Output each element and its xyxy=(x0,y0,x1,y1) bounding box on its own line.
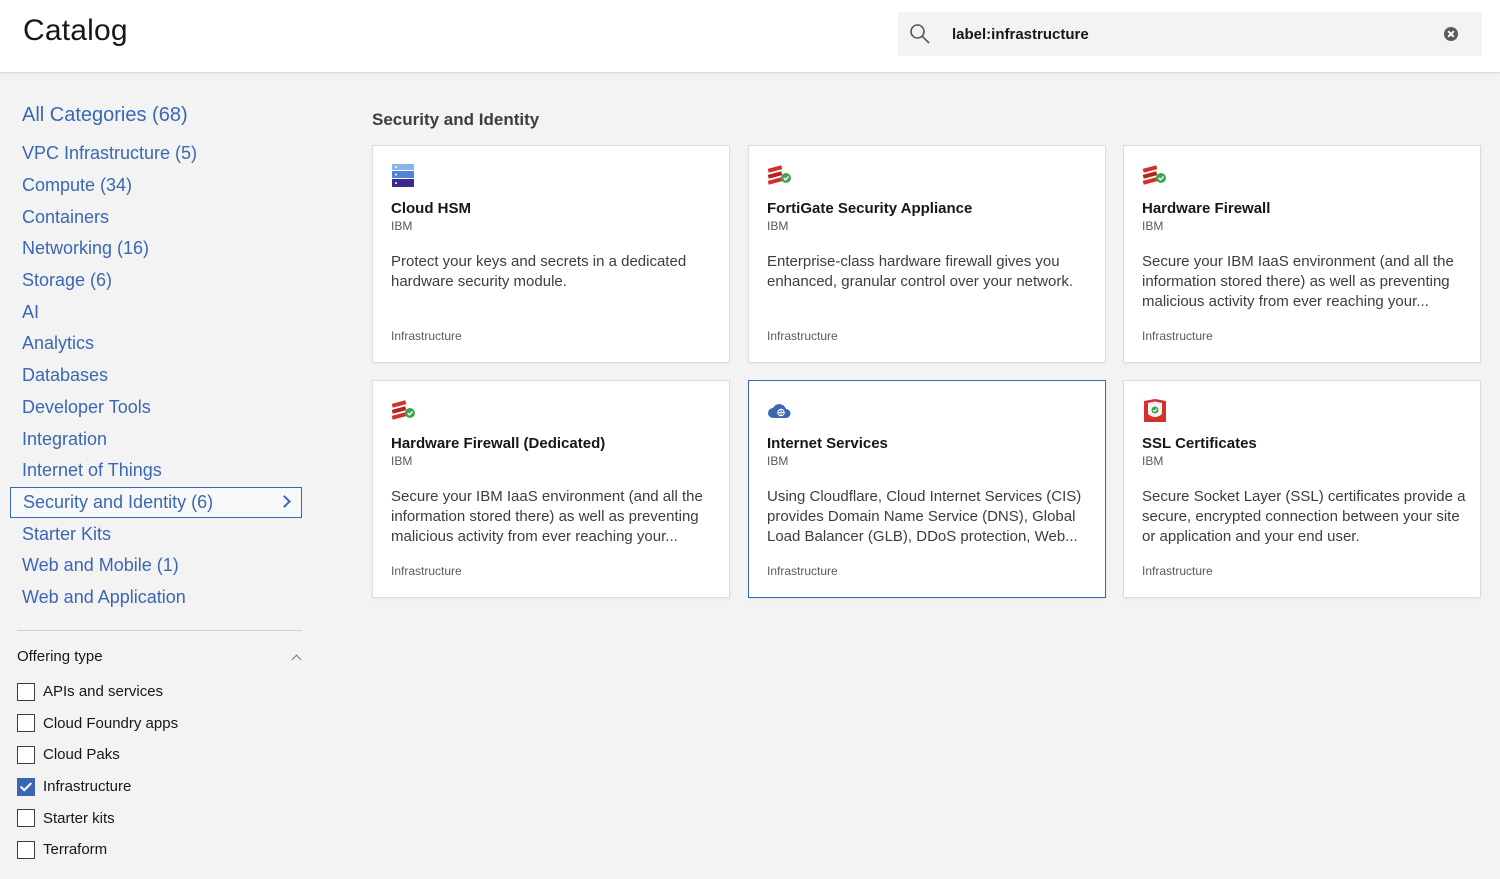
card-tag: Infrastructure xyxy=(767,329,838,343)
category-list: VPC Infrastructure (5) Compute (34) Cont… xyxy=(10,138,302,613)
catalog-card-ssl-certificates[interactable]: SSL Certificates IBM Secure Socket Layer… xyxy=(1123,380,1481,598)
clear-search-icon[interactable] xyxy=(1444,27,1458,41)
shield-icon xyxy=(1144,399,1166,422)
category-web-and-application[interactable]: Web and Application xyxy=(10,582,302,614)
category-web-and-mobile[interactable]: Web and Mobile (1) xyxy=(10,550,302,582)
checkbox[interactable] xyxy=(17,840,35,859)
card-description: Secure your IBM IaaS environment (and al… xyxy=(391,488,703,545)
chevron-up-icon[interactable] xyxy=(291,654,302,665)
catalog-card-fortigate[interactable]: FortiGate Security Appliance IBM Enterpr… xyxy=(748,145,1106,363)
checkbox[interactable] xyxy=(17,714,35,733)
firewall-icon xyxy=(767,165,791,185)
filter-label: Cloud Paks xyxy=(43,746,120,764)
card-title: Cloud HSM xyxy=(391,200,471,217)
card-vendor: IBM xyxy=(767,454,789,468)
category-networking[interactable]: Networking (16) xyxy=(10,233,302,265)
catalog-card-hardware-firewall-dedicated[interactable]: Hardware Firewall (Dedicated) IBM Secure… xyxy=(372,380,730,598)
card-tag: Infrastructure xyxy=(1142,564,1213,578)
category-starter-kits[interactable]: Starter Kits xyxy=(10,518,302,550)
firewall-icon xyxy=(391,400,415,420)
catalog-card-internet-services[interactable]: Internet Services IBM Using Cloudflare, … xyxy=(748,380,1106,598)
filter-apis-and-services[interactable]: APIs and services xyxy=(17,676,178,708)
card-tag: Infrastructure xyxy=(767,564,838,578)
chevron-right-icon xyxy=(278,494,291,508)
filter-cloud-foundry-apps[interactable]: Cloud Foundry apps xyxy=(17,708,178,740)
filter-cloud-paks[interactable]: Cloud Paks xyxy=(17,739,178,771)
card-description: Secure your IBM IaaS environment (and al… xyxy=(1142,253,1454,310)
checkbox[interactable] xyxy=(17,809,35,828)
cloud-icon xyxy=(768,404,791,418)
filter-label: Starter kits xyxy=(43,809,115,827)
search-bar xyxy=(898,12,1482,56)
card-title: Hardware Firewall (Dedicated) xyxy=(391,435,606,452)
category-compute[interactable]: Compute (34) xyxy=(10,170,302,202)
category-security-and-identity[interactable]: Security and Identity (6) xyxy=(10,486,302,519)
card-description: Secure Socket Layer (SSL) certificates p… xyxy=(1142,488,1466,545)
card-title: SSL Certificates xyxy=(1142,435,1257,452)
firewall-icon xyxy=(1142,165,1166,185)
section-title: Security and Identity xyxy=(372,110,540,129)
card-vendor: IBM xyxy=(391,219,413,233)
checkbox[interactable] xyxy=(17,682,35,701)
card-description: Protect your keys and secrets in a dedic… xyxy=(391,253,687,290)
catalog-card-hardware-firewall[interactable]: Hardware Firewall IBM Secure your IBM Ia… xyxy=(1123,145,1481,363)
filter-starter-kits[interactable]: Starter kits xyxy=(17,802,178,834)
card-vendor: IBM xyxy=(1142,454,1164,468)
sidebar: All Categories (68) VPC Infrastructure (… xyxy=(0,74,320,879)
category-ai[interactable]: AI xyxy=(10,296,302,328)
card-description: Enterprise-class hardware firewall gives… xyxy=(767,253,1074,290)
offering-type-heading[interactable]: Offering type xyxy=(17,648,103,665)
card-vendor: IBM xyxy=(767,219,789,233)
category-vpc-infrastructure[interactable]: VPC Infrastructure (5) xyxy=(10,138,302,170)
filter-label: Terraform xyxy=(43,841,108,859)
card-tag: Infrastructure xyxy=(391,564,462,578)
catalog-card-cloud-hsm[interactable]: Cloud HSM IBM Protect your keys and secr… xyxy=(372,145,730,363)
category-databases[interactable]: Databases xyxy=(10,360,302,392)
filter-terraform[interactable]: Terraform xyxy=(17,834,178,866)
filter-label: Cloud Foundry apps xyxy=(43,714,179,732)
header: Catalog xyxy=(0,0,1500,73)
hsm-icon xyxy=(392,164,414,187)
checkbox[interactable] xyxy=(17,745,35,764)
category-internet-of-things[interactable]: Internet of Things xyxy=(10,455,302,487)
offering-type-filters: APIs and services Cloud Foundry apps Clo… xyxy=(17,676,178,866)
category-label: Security and Identity (6) xyxy=(23,491,214,512)
card-title: Internet Services xyxy=(767,435,888,452)
card-title: Hardware Firewall xyxy=(1142,200,1271,217)
card-tag: Infrastructure xyxy=(1142,329,1213,343)
card-description: Using Cloudflare, Cloud Internet Service… xyxy=(767,488,1082,545)
search-input[interactable] xyxy=(952,12,1432,56)
category-storage[interactable]: Storage (6) xyxy=(10,265,302,297)
card-tag: Infrastructure xyxy=(391,329,462,343)
category-integration[interactable]: Integration xyxy=(10,423,302,455)
filter-label: Infrastructure xyxy=(43,778,132,796)
category-analytics[interactable]: Analytics xyxy=(10,328,302,360)
card-vendor: IBM xyxy=(1142,219,1164,233)
search-icon xyxy=(910,24,930,44)
card-title: FortiGate Security Appliance xyxy=(767,200,973,217)
checkbox-checked[interactable] xyxy=(17,777,35,796)
card-vendor: IBM xyxy=(391,454,413,468)
category-containers[interactable]: Containers xyxy=(10,201,302,233)
filter-infrastructure[interactable]: Infrastructure xyxy=(17,771,178,803)
filter-label: APIs and services xyxy=(43,683,164,701)
all-categories-link[interactable]: All Categories (68) xyxy=(22,104,188,127)
category-developer-tools[interactable]: Developer Tools xyxy=(10,392,302,424)
page-title: Catalog xyxy=(23,14,128,47)
divider xyxy=(17,630,302,631)
